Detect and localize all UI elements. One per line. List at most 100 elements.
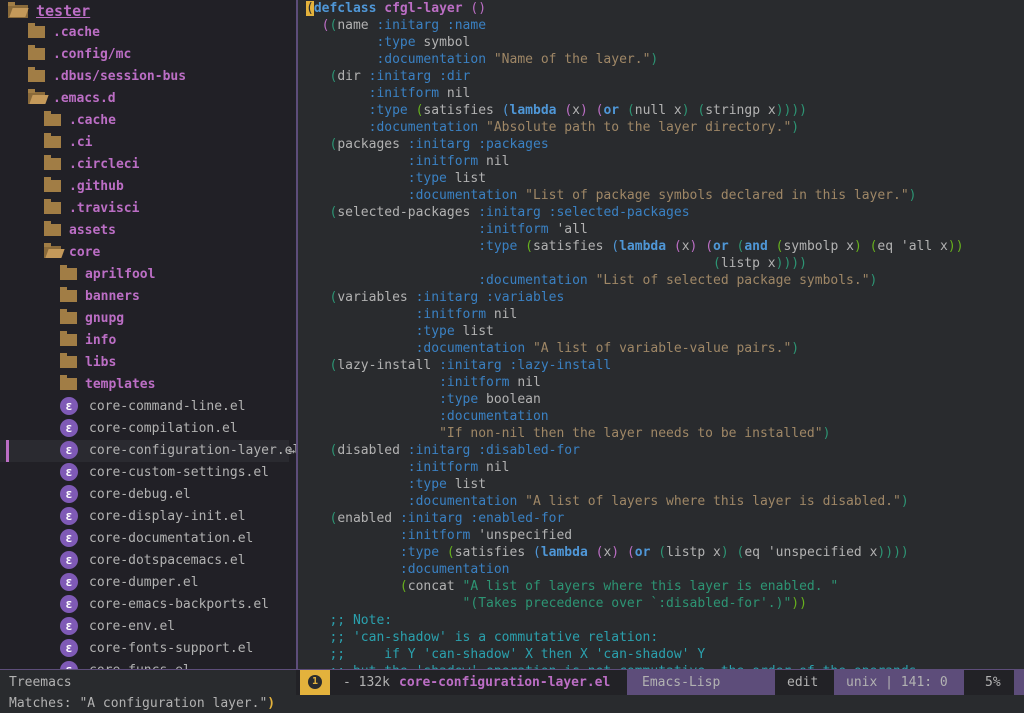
tree-folder-item[interactable]: .github: [44, 176, 124, 198]
tree-folder-item[interactable]: .emacs.d: [28, 88, 116, 110]
code-line[interactable]: :type (satisfies (lambda (x) (or (and (s…: [306, 238, 963, 255]
code-line[interactable]: :type (satisfies (lambda (x) (or (null x…: [306, 102, 807, 119]
code-line[interactable]: :documentation "A list of layers where t…: [306, 493, 909, 510]
code-token: :type: [415, 324, 455, 339]
window-number-badge[interactable]: 1: [300, 670, 330, 695]
emacs-lisp-file-icon: ε: [60, 462, 78, 481]
tree-folder-item[interactable]: core: [44, 242, 100, 264]
code-token: ): [822, 426, 831, 441]
code-line[interactable]: :type boolean: [306, 391, 541, 408]
tree-file-item[interactable]: ε core-dumper.el: [60, 572, 199, 594]
code-line[interactable]: (dir :initarg :dir: [306, 68, 470, 85]
scroll-percent: 5%: [985, 675, 1001, 690]
code-line[interactable]: ;; Note:: [306, 612, 392, 629]
code-token: :initarg: [407, 443, 471, 458]
tree-file-item[interactable]: ε core-debug.el: [60, 484, 191, 506]
code-line[interactable]: :initform 'all: [306, 221, 588, 238]
cursor-indicator: [6, 440, 9, 462]
code-line[interactable]: (enabled :initarg :enabled-for: [306, 510, 564, 527]
tree-folder-item[interactable]: libs: [60, 352, 116, 374]
tree-file-item[interactable]: ε core-custom-settings.el: [60, 462, 269, 484]
minibuffer[interactable]: Matches: "A configuration layer."): [0, 695, 1024, 713]
code-line[interactable]: (listp x)))): [306, 255, 807, 272]
code-line[interactable]: ;; 'can-shadow' is a commutative relatio…: [306, 629, 658, 646]
buffer-filename[interactable]: core-configuration-layer.el: [399, 670, 610, 695]
code-line[interactable]: :documentation "List of selected package…: [306, 272, 877, 289]
tree-folder-item[interactable]: .dbus/session-bus: [28, 66, 186, 88]
emacs-lisp-file-icon: ε: [60, 572, 78, 591]
treemacs-root[interactable]: tester: [8, 0, 90, 22]
code-line[interactable]: :initform nil: [306, 459, 510, 476]
code-line[interactable]: :type list: [306, 170, 486, 187]
tree-folder-item[interactable]: banners: [60, 286, 140, 308]
tree-folder-item[interactable]: aprilfool: [60, 264, 155, 286]
code-line[interactable]: :documentation "Absolute path to the lay…: [306, 119, 799, 136]
code-token: list: [446, 171, 487, 186]
window-number: 1: [308, 675, 322, 689]
major-mode[interactable]: Emacs-Lisp: [627, 670, 775, 695]
code-line[interactable]: :initform nil: [306, 85, 471, 102]
code-editor[interactable]: (defclass cfgl-layer () ((name :initarg …: [298, 0, 1024, 669]
code-line[interactable]: ;; if Y 'can-shadow' X then X 'can-shado…: [306, 646, 705, 663]
tree-file-item[interactable]: ε core-configuration-layer.el: [60, 440, 296, 462]
tree-folder-item[interactable]: templates: [60, 374, 155, 396]
tree-folder-item[interactable]: assets: [44, 220, 116, 242]
code-line[interactable]: :initform nil: [306, 374, 541, 391]
tree-file-item[interactable]: ε core-compilation.el: [60, 418, 238, 440]
tree-folder-item[interactable]: gnupg: [60, 308, 124, 330]
code-line[interactable]: :documentation: [306, 561, 510, 578]
code-line[interactable]: (concat "A list of layers where this lay…: [306, 578, 838, 595]
tree-item-label: .travisci: [69, 201, 140, 216]
code-line[interactable]: (selected-packages :initarg :selected-pa…: [306, 204, 689, 221]
code-token: :initarg: [415, 290, 479, 305]
tree-file-item[interactable]: ε core-emacs-backports.el: [60, 594, 269, 616]
code-line[interactable]: :type (satisfies (lambda (x) (or (listp …: [306, 544, 909, 561]
code-line[interactable]: (disabled :initarg :disabled-for: [306, 442, 579, 459]
code-line[interactable]: (defclass cfgl-layer (): [306, 0, 486, 17]
code-line[interactable]: (lazy-install :initarg :lazy-install: [306, 357, 611, 374]
code-token: ): [681, 103, 690, 118]
tree-folder-item[interactable]: .circleci: [44, 154, 139, 176]
code-token: :type: [376, 35, 416, 50]
code-line[interactable]: :documentation "A list of variable-value…: [306, 340, 800, 357]
code-line[interactable]: ((name :initarg :name: [306, 17, 486, 34]
code-line[interactable]: :type list: [306, 323, 494, 340]
code-line[interactable]: :documentation "Name of the layer."): [306, 51, 658, 68]
code-line[interactable]: :type symbol: [306, 34, 470, 51]
tree-file-item[interactable]: ε core-env.el: [60, 616, 175, 638]
code-line[interactable]: :type list: [306, 476, 486, 493]
tree-file-item[interactable]: ε core-fonts-support.el: [60, 638, 253, 660]
code-line[interactable]: :documentation "List of package symbols …: [306, 187, 917, 204]
tree-file-item[interactable]: ε core-dotspacemacs.el: [60, 550, 246, 572]
code-line[interactable]: :initform 'unspecified: [306, 527, 572, 544]
code-line[interactable]: "If non-nil then the layer needs to be i…: [306, 425, 830, 442]
tree-folder-item[interactable]: .config/mc: [28, 44, 131, 66]
code-token: (: [564, 103, 573, 118]
tree-folder-item[interactable]: .cache: [44, 110, 116, 132]
tree-folder-item[interactable]: .ci: [44, 132, 92, 154]
code-line[interactable]: :documentation: [306, 408, 549, 425]
tree-folder-item[interactable]: .cache: [28, 22, 100, 44]
treemacs-mode-line-label: Treemacs: [0, 670, 296, 695]
tree-file-item[interactable]: ε core-documentation.el: [60, 528, 253, 550]
code-line[interactable]: :initform nil: [306, 153, 510, 170]
code-line[interactable]: "(Takes precedence over `:disabled-for'.…: [306, 595, 807, 612]
tree-file-item[interactable]: ε core-display-init.el: [60, 506, 246, 528]
code-line[interactable]: :initform nil: [306, 306, 518, 323]
tree-file-item[interactable]: εcore-funcs.el: [60, 660, 191, 669]
tree-file-item[interactable]: ε core-command-line.el: [60, 396, 246, 418]
tree-item-label: .ci: [69, 135, 93, 150]
folder-icon: [28, 22, 45, 38]
tree-folder-item[interactable]: info: [60, 330, 116, 352]
code-line[interactable]: (variables :initarg :variables: [306, 289, 564, 306]
tree-folder-item[interactable]: .travisci: [44, 198, 139, 220]
emacs-lisp-file-icon: ε: [60, 418, 78, 437]
tree-item-label: .config/mc: [53, 47, 132, 62]
code-line[interactable]: (packages :initarg :packages: [306, 136, 548, 153]
